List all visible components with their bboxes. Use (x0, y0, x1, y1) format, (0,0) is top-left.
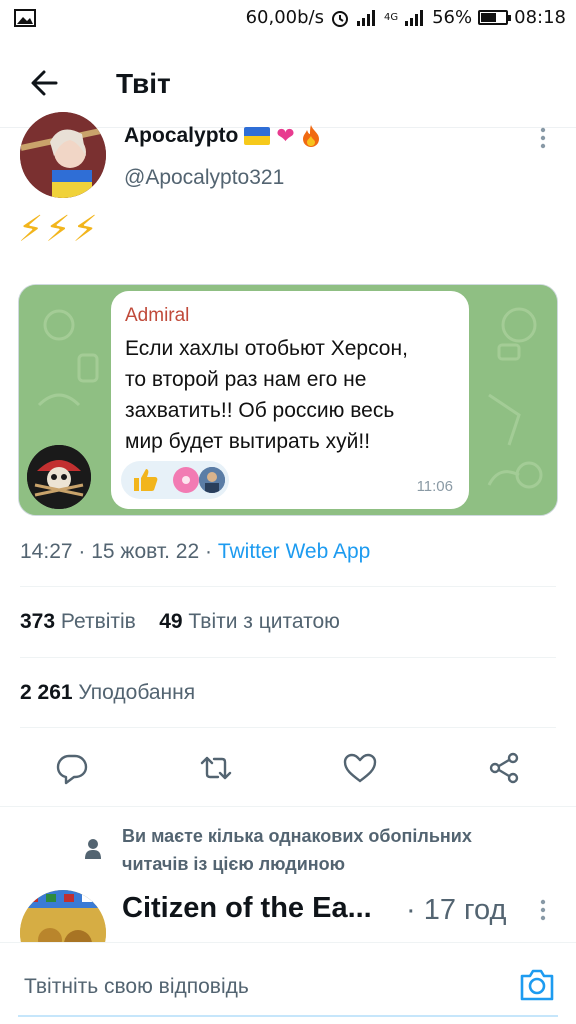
author-name[interactable]: Apocalypto (124, 124, 238, 148)
fire-icon (302, 125, 319, 147)
signal-icon-2 (405, 9, 424, 26)
message-line: захватить!! Об россию весь (125, 399, 395, 422)
retweets-count: 373 (20, 610, 56, 633)
status-right: 60,00b/s 4G 56% 08:18 (246, 7, 566, 28)
tweet-timestamp: 14:27 · 15 жовт. 22 · (20, 540, 218, 563)
message-time: 11:06 (416, 478, 453, 495)
battery-fill (481, 13, 496, 22)
ukraine-flag-icon (244, 127, 271, 145)
camera-icon[interactable] (518, 967, 556, 1003)
likes-stat[interactable]: 2 261 Уподобання (20, 681, 195, 705)
social-context-line: читачів із цією людиною (122, 854, 346, 874)
composer-underline (18, 1015, 558, 1017)
tweet-actions (0, 740, 576, 796)
reply-author-name[interactable]: Citizen of the Ea... (122, 892, 372, 925)
top-bar: Твіт (0, 38, 576, 128)
message-reactions (121, 461, 229, 499)
quotes-label: Твіти з цитатою (188, 610, 340, 633)
reply-time: · 17 год (406, 894, 507, 926)
image-notification-icon (14, 9, 36, 27)
more-options-icon[interactable] (536, 126, 550, 150)
message-bubble: Admiral Если хахлы отобьют Херсон, то вт… (111, 291, 469, 509)
divider (20, 727, 556, 728)
reply-input[interactable]: Твітніть свою відповідь (24, 975, 249, 999)
sender-avatar (27, 445, 91, 509)
status-bar: 60,00b/s 4G 56% 08:18 (0, 0, 576, 38)
battery-icon (478, 10, 512, 25)
avatar-image (20, 112, 106, 198)
alarm-icon (331, 10, 348, 27)
quotes-stat[interactable]: 49 Твіти з цитатою (159, 610, 340, 633)
tweet-meta: 14:27 · 15 жовт. 22 · Twitter Web App (20, 540, 370, 564)
message-line: то второй раз нам его не (125, 368, 367, 391)
divider (20, 657, 556, 658)
donut-icon (173, 467, 199, 493)
message-sender: Admiral (125, 305, 190, 326)
section-divider (0, 806, 576, 807)
quotes-count: 49 (159, 610, 183, 633)
reactor-avatar (199, 467, 225, 493)
message-text: Если хахлы отобьют Херсон, то второй раз… (125, 333, 461, 457)
likes-count: 2 261 (20, 681, 73, 704)
person-icon (85, 839, 101, 859)
share-icon[interactable] (486, 750, 522, 786)
page-title: Твіт (116, 68, 171, 99)
network-type: 4G (383, 12, 399, 23)
social-context-line: Ви маєте кілька однакових обопільних (122, 826, 472, 846)
tweet-text: ⚡⚡⚡ (18, 208, 100, 249)
back-arrow-icon[interactable] (26, 66, 66, 100)
retweet-icon[interactable] (198, 750, 234, 786)
like-icon[interactable] (342, 750, 378, 786)
retweet-stats: 373 Ретвітів 49 Твіти з цитатою (20, 610, 340, 634)
clock: 08:18 (514, 7, 566, 28)
battery-percent: 56% (432, 7, 473, 28)
likes-label: Уподобання (78, 681, 196, 704)
message-line: Если хахлы отобьют Херсон, (125, 337, 408, 360)
retweets-stat[interactable]: 373 Ретвітів (20, 610, 136, 633)
reply-composer[interactable]: Твітніть свою відповідь (0, 942, 576, 1024)
pink-heart-icon: ❤ (276, 123, 295, 148)
signal-icon (356, 9, 375, 26)
reply-icon[interactable] (54, 750, 90, 786)
more-options-icon[interactable] (536, 898, 550, 922)
author-handle[interactable]: @Apocalypto321 (124, 166, 284, 190)
message-line: мир будет вытирать хуй!! (125, 430, 371, 453)
retweets-label: Ретвітів (60, 610, 136, 633)
tweet-source-link[interactable]: Twitter Web App (218, 540, 371, 563)
network-speed: 60,00b/s (245, 7, 324, 28)
social-context-text: Ви маєте кілька однакових обопільних чит… (122, 822, 472, 878)
divider (20, 586, 556, 587)
thumbs-up-icon (134, 469, 158, 491)
author-avatar[interactable] (20, 112, 106, 198)
author-name-row[interactable]: Apocalypto ❤ (124, 124, 321, 148)
tweet-media-image[interactable]: Admiral Если хахлы отобьют Херсон, то вт… (18, 284, 558, 516)
